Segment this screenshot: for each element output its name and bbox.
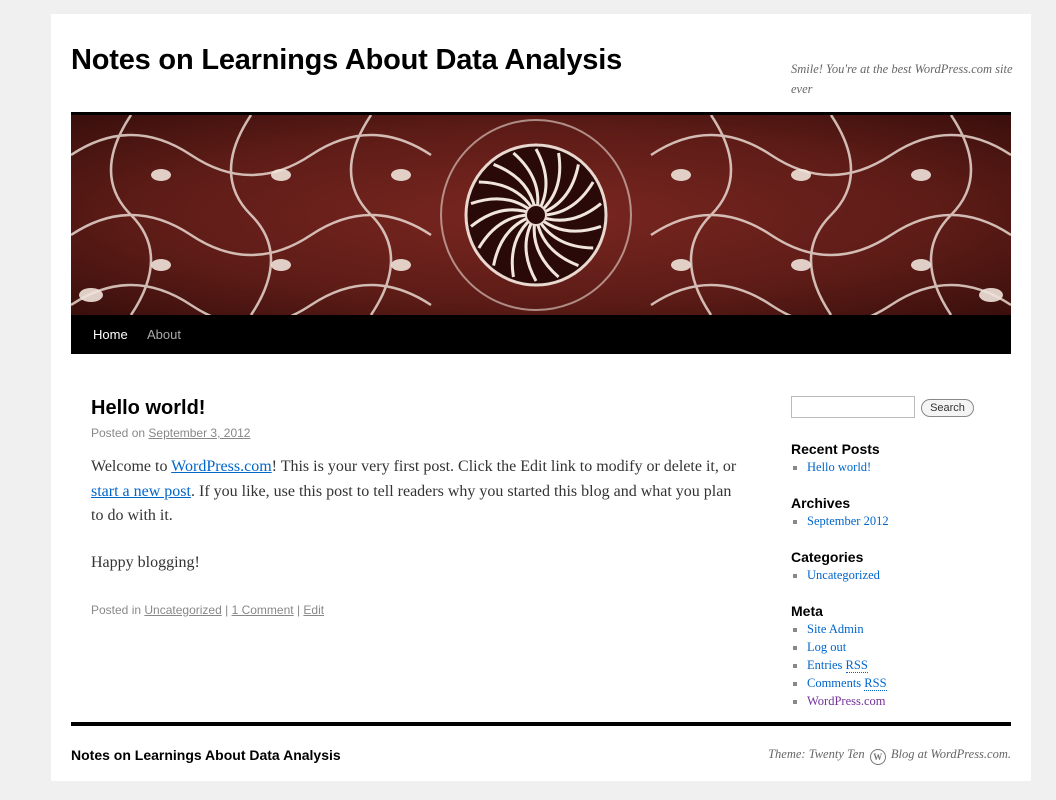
post-content: Welcome to WordPress.com! This is your v…: [91, 455, 741, 597]
archives-list: September 2012: [791, 512, 889, 530]
post-date-link[interactable]: September 3, 2012: [148, 426, 250, 440]
site-description: Smile! You're at the best WordPress.com …: [791, 62, 1013, 96]
categories-list: Uncategorized: [791, 566, 880, 584]
edit-link[interactable]: Edit: [303, 603, 324, 617]
list-item: Log out: [791, 638, 887, 656]
search-button[interactable]: Search: [921, 399, 974, 417]
category-link[interactable]: Uncategorized: [144, 603, 221, 617]
archive-link[interactable]: September 2012: [807, 514, 889, 528]
post-text: Welcome to: [91, 458, 172, 475]
list-item: September 2012: [791, 512, 889, 530]
post-paragraph-1: Welcome to WordPress.com! This is your v…: [91, 455, 741, 529]
log-out-link[interactable]: Log out: [807, 640, 846, 654]
post-paragraph-2: Happy blogging!: [91, 553, 200, 571]
start-new-post-link[interactable]: start a new post: [91, 483, 191, 500]
comments-link[interactable]: 1 Comment: [232, 603, 294, 617]
rss-abbr: RSS: [845, 658, 868, 673]
header-banner-image: [71, 115, 1011, 315]
widget-title: Categories: [791, 549, 864, 565]
post-meta: Posted on September 3, 2012: [91, 426, 250, 440]
recent-posts-list: Hello world!: [791, 458, 871, 476]
list-item: Comments RSS: [791, 674, 887, 692]
theme-link[interactable]: Theme: Twenty Ten: [768, 747, 865, 761]
rss-abbr: RSS: [864, 676, 887, 691]
page-wrapper: Notes on Learnings About Data Analysis S…: [51, 14, 1031, 781]
list-item: Hello world!: [791, 458, 871, 476]
widget-title: Meta: [791, 603, 823, 619]
post-utility: Posted in Uncategorized | 1 Comment | Ed…: [91, 603, 324, 617]
entries-rss-link[interactable]: Entries RSS: [807, 658, 868, 673]
wordpress-link[interactable]: WordPress.com: [171, 458, 271, 475]
search-input[interactable]: [791, 396, 915, 418]
post-text: ! This is your very first post. Click th…: [271, 458, 737, 475]
nav-item-home[interactable]: Home: [93, 327, 128, 342]
list-item: Uncategorized: [791, 566, 880, 584]
list-item: WordPress.com: [791, 692, 887, 710]
posted-on-label: Posted on: [91, 426, 146, 440]
meta-list: Site Admin Log out Entries RSS Comments …: [791, 620, 887, 710]
wordpress-logo-icon: W: [869, 749, 886, 765]
post-title[interactable]: Hello world!: [91, 397, 205, 420]
site-admin-link[interactable]: Site Admin: [807, 622, 864, 636]
link-text: Entries: [807, 658, 846, 672]
category-link[interactable]: Uncategorized: [807, 568, 880, 582]
separator: |: [221, 603, 232, 617]
banner-pattern: [71, 115, 1011, 315]
wordpress-com-link[interactable]: WordPress.com: [807, 694, 886, 708]
nav-item-about[interactable]: About: [147, 327, 181, 342]
footer-divider: [71, 722, 1011, 726]
main-navigation: Home About: [71, 315, 1011, 354]
separator: |: [293, 603, 304, 617]
widget-title: Archives: [791, 495, 851, 511]
footer-credit: Theme: Twenty Ten W Blog at WordPress.co…: [768, 747, 1011, 765]
blog-at-link[interactable]: Blog at WordPress.com.: [891, 747, 1011, 761]
footer-site-title[interactable]: Notes on Learnings About Data Analysis: [71, 747, 341, 763]
posted-in-label: Posted in: [91, 603, 142, 617]
widget-title: Recent Posts: [791, 441, 880, 457]
site-title-link[interactable]: Notes on Learnings About Data Analysis: [71, 44, 622, 77]
link-text: Comments: [807, 676, 865, 690]
list-item: Site Admin: [791, 620, 887, 638]
list-item: Entries RSS: [791, 656, 887, 674]
comments-rss-link[interactable]: Comments RSS: [807, 676, 887, 691]
recent-post-link[interactable]: Hello world!: [807, 460, 871, 474]
